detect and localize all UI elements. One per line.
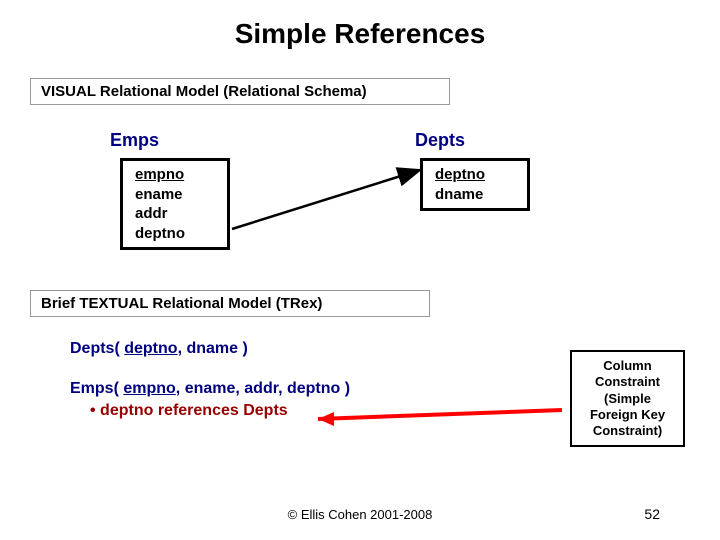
- emps-col-deptno: deptno: [135, 224, 215, 244]
- trex-fk-line: • deptno references Depts: [90, 402, 288, 420]
- trex-depts-post: , dname ): [178, 340, 248, 357]
- trex-depts-pre: Depts(: [70, 340, 124, 357]
- emps-col-ename: ename: [135, 185, 215, 205]
- callout-box: Column Constraint (Simple Foreign Key Co…: [570, 350, 685, 447]
- footer-copyright: © Ellis Cohen 2001-2008: [0, 507, 720, 522]
- callout-l3: (Simple: [576, 391, 679, 407]
- depts-table-name: Depts: [415, 130, 465, 151]
- trex-emps-key: empno: [123, 380, 175, 397]
- trex-fk-text: deptno references Depts: [96, 402, 288, 419]
- section-visual-label: VISUAL Relational Model (Relational Sche…: [30, 78, 450, 105]
- callout-arrowhead-icon: [318, 412, 334, 426]
- emps-col-empno: empno: [135, 165, 215, 185]
- trex-emps-pre: Emps(: [70, 380, 123, 397]
- depts-table-box: deptno dname: [420, 158, 530, 211]
- trex-depts-key: deptno: [124, 340, 177, 357]
- depts-col-dname: dname: [435, 185, 515, 205]
- slide-title: Simple References: [0, 18, 720, 50]
- callout-l4: Foreign Key: [576, 407, 679, 423]
- trex-depts-line: Depts( deptno, dname ): [70, 340, 248, 358]
- depts-col-deptno: deptno: [435, 165, 515, 185]
- trex-emps-line: Emps( empno, ename, addr, deptno ): [70, 380, 350, 398]
- callout-line: [318, 410, 562, 419]
- emps-table-box: empno ename addr deptno: [120, 158, 230, 250]
- trex-emps-post: , ename, addr, deptno ): [176, 380, 350, 397]
- callout-l2: Constraint: [576, 374, 679, 390]
- callout-l5: Constraint): [576, 423, 679, 439]
- emps-col-addr: addr: [135, 204, 215, 224]
- emps-table-name: Emps: [110, 130, 159, 151]
- section-textual-label: Brief TEXTUAL Relational Model (TRex): [30, 290, 430, 317]
- callout-l1: Column: [576, 358, 679, 374]
- footer-page-number: 52: [644, 506, 660, 522]
- fk-arrow-emps-to-depts: [232, 170, 420, 229]
